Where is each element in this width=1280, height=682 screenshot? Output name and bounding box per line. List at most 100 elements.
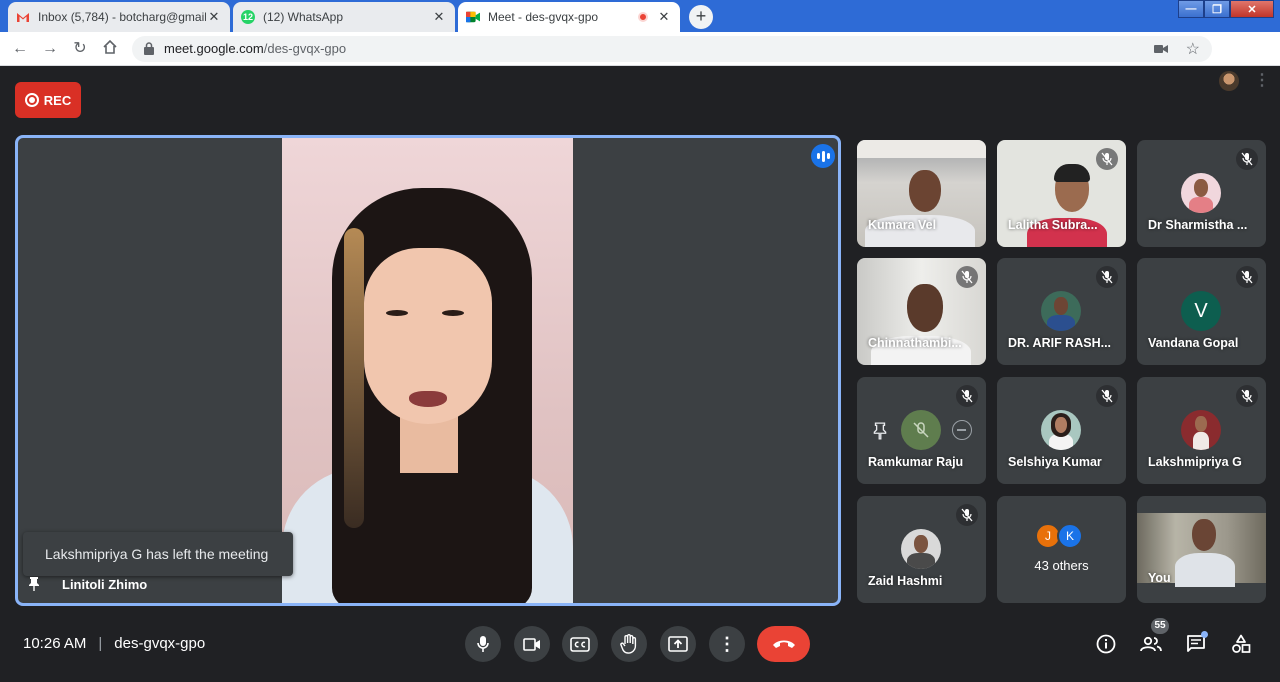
close-icon[interactable]: ✕ (206, 9, 222, 25)
rec-label: REC (43, 92, 72, 108)
maximize-button[interactable]: ❐ (1204, 0, 1230, 18)
muted-icon (956, 385, 978, 407)
meeting-details-button[interactable] (1094, 632, 1118, 656)
participant-tile[interactable]: Kumara Vel (857, 140, 986, 247)
microphone-button[interactable] (465, 626, 501, 662)
participant-tile[interactable]: DR. ARIF RASH... (997, 258, 1126, 365)
camera-button[interactable] (514, 626, 550, 662)
people-icon (1140, 636, 1162, 652)
meeting-code: des-gvqx-gpo (114, 635, 206, 652)
captions-icon (570, 636, 590, 652)
captions-button[interactable] (562, 626, 598, 662)
participant-name: DR. ARIF RASH... (1008, 336, 1112, 350)
participant-tile[interactable]: V Vandana Gopal (1137, 258, 1266, 365)
window-close-button[interactable]: ✕ (1230, 0, 1274, 18)
self-tile[interactable]: You (1137, 496, 1266, 603)
participant-tile[interactable]: Lakshmipriya G (1137, 377, 1266, 484)
pin-icon[interactable] (28, 576, 40, 592)
participant-avatar (1041, 291, 1081, 331)
others-avatars: J K (1035, 523, 1083, 549)
tab-title: Meet - des-gvqx-gpo (488, 10, 599, 24)
tab-gmail[interactable]: Inbox (5,784) - botcharg@gmail.c ✕ (8, 2, 230, 32)
divider: | (98, 635, 103, 652)
muted-icon (1096, 385, 1118, 407)
tab-title: Inbox (5,784) - botcharg@gmail.c (38, 10, 206, 24)
home-icon[interactable] (100, 39, 120, 59)
present-screen-button[interactable] (660, 626, 696, 662)
participant-tile[interactable]: Selshiya Kumar (997, 377, 1126, 484)
participant-name: Selshiya Kumar (1008, 455, 1102, 469)
camera-icon (523, 637, 540, 651)
leave-call-button[interactable] (757, 626, 810, 662)
clock-time: 10:26 AM (23, 635, 87, 652)
bookmark-star-icon[interactable]: ☆ (1186, 39, 1200, 59)
minimize-button[interactable]: — (1178, 0, 1204, 18)
url-host: meet.google.com (164, 41, 264, 56)
participant-avatar (901, 529, 941, 569)
tab-whatsapp[interactable]: 12 (12) WhatsApp ✕ (233, 2, 455, 32)
whatsapp-icon: 12 (241, 10, 255, 24)
back-icon[interactable]: ← (10, 39, 30, 59)
reload-icon[interactable]: ↻ (70, 39, 90, 59)
participant-avatar: K (1057, 523, 1083, 549)
speaking-indicator-icon (811, 144, 835, 168)
address-bar: ← → ↻ meet.google.com/des-gvqx-gpo ☆ ⋮ (0, 32, 1280, 91)
participant-name: Lakshmipriya G (1148, 455, 1242, 469)
participant-avatar: V (1181, 291, 1221, 331)
forward-icon[interactable]: → (40, 39, 60, 59)
remove-icon[interactable] (952, 420, 972, 440)
participant-count-badge: 55 (1151, 618, 1169, 634)
others-tile[interactable]: J K 43 others (997, 496, 1126, 603)
lock-icon (144, 42, 154, 55)
participant-name: Zaid Hashmi (868, 574, 943, 588)
tab-title: (12) WhatsApp (263, 10, 344, 24)
participant-name: You (1148, 571, 1171, 585)
present-icon (668, 636, 688, 652)
others-count: 43 others (1034, 558, 1089, 573)
participant-name: Vandana Gopal (1148, 336, 1239, 350)
participant-tile[interactable]: Zaid Hashmi (857, 496, 986, 603)
muted-icon (956, 266, 978, 288)
meet-icon (466, 10, 480, 24)
url-field[interactable]: meet.google.com/des-gvqx-gpo ☆ (132, 36, 1212, 62)
participant-tile[interactable]: Ramkumar Raju (857, 377, 986, 484)
muted-icon (956, 504, 978, 526)
muted-icon (1236, 148, 1258, 170)
pin-icon[interactable] (873, 422, 887, 440)
recording-badge: REC (15, 82, 81, 118)
url-path: /des-gvqx-gpo (263, 41, 347, 56)
more-vert-icon: ⋮ (718, 634, 736, 654)
notification-toast: Lakshmipriya G has left the meeting (23, 532, 293, 576)
muted-icon (1236, 266, 1258, 288)
raise-hand-button[interactable] (611, 626, 647, 662)
participant-name: Kumara Vel (868, 218, 937, 232)
participant-name: Ramkumar Raju (868, 455, 964, 469)
camera-permission-icon[interactable] (1154, 43, 1168, 55)
people-button[interactable] (1139, 632, 1163, 656)
new-tab-button[interactable]: + (689, 5, 713, 29)
recording-icon (638, 12, 648, 22)
chat-unread-dot (1201, 631, 1208, 638)
muted-icon (1096, 266, 1118, 288)
main-speaker-tile[interactable]: Lakshmipriya G has left the meeting Lini… (15, 135, 841, 606)
meeting-info: 10:26 AM | des-gvqx-gpo (23, 635, 205, 652)
tab-meet[interactable]: Meet - des-gvqx-gpo ✕ (458, 2, 680, 32)
participant-tile[interactable]: Dr Sharmistha ... (1137, 140, 1266, 247)
participant-avatar (1041, 410, 1081, 450)
profile-avatar[interactable] (1219, 71, 1239, 91)
raise-hand-icon (620, 634, 637, 654)
info-icon (1096, 634, 1116, 654)
participant-tile[interactable]: Lalitha Subra... (997, 140, 1126, 247)
participant-tile[interactable]: Chinnathambi... (857, 258, 986, 365)
activities-button[interactable] (1229, 632, 1253, 656)
participant-name: Linitoli Zhimo (62, 576, 148, 592)
activities-icon (1232, 634, 1251, 653)
browser-menu-icon[interactable]: ⋮ (1254, 71, 1270, 91)
participant-avatar (1181, 173, 1221, 213)
more-options-button[interactable]: ⋮ (709, 626, 745, 662)
close-icon[interactable]: ✕ (431, 9, 447, 25)
participant-name: Lalitha Subra... (1008, 218, 1098, 232)
record-icon (24, 93, 39, 107)
participant-avatar (1181, 410, 1221, 450)
close-icon[interactable]: ✕ (656, 9, 672, 25)
